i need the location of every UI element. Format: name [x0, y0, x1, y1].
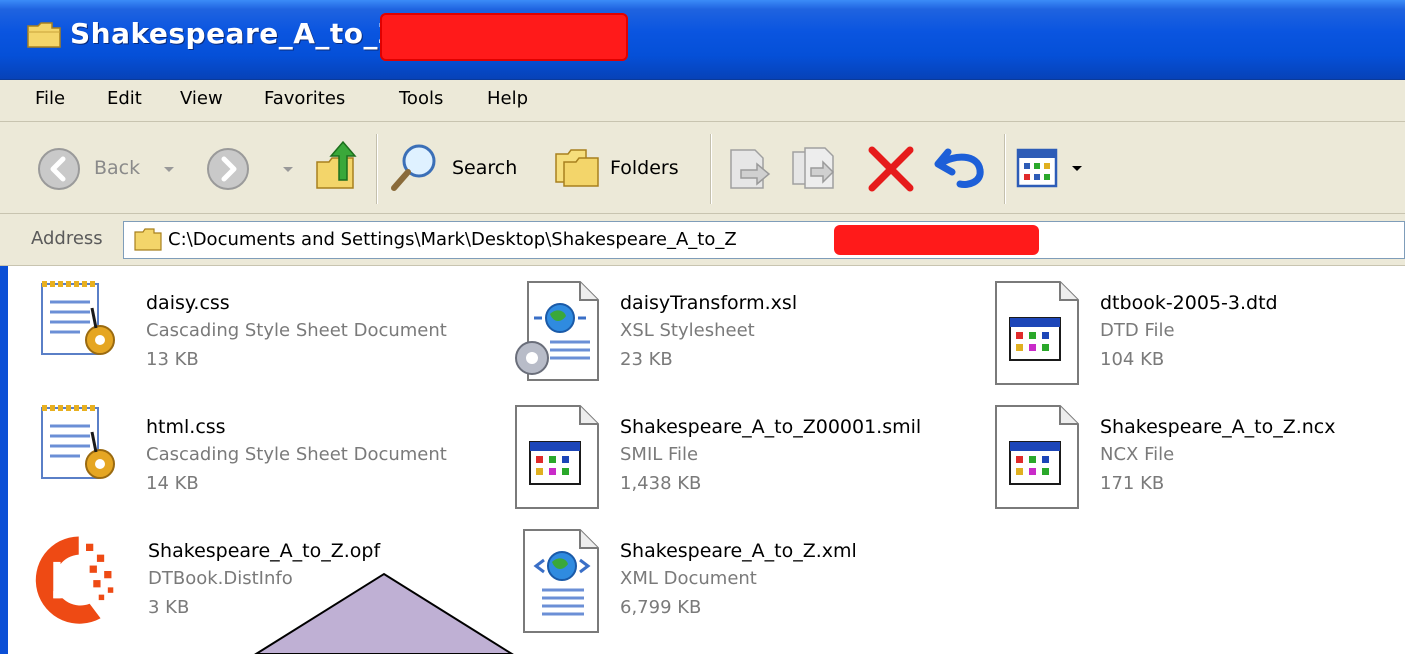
- title-bar[interactable]: Shakespeare_A_to_Z_: [0, 0, 1405, 80]
- move-to-icon[interactable]: [725, 144, 773, 192]
- delete-icon[interactable]: [866, 146, 916, 192]
- toolbar-separator: [1004, 134, 1006, 204]
- search-button[interactable]: Search: [388, 140, 534, 194]
- window-title: Shakespeare_A_to_Z_: [70, 17, 414, 50]
- address-field[interactable]: C:\Documents and Settings\Mark\Desktop\S…: [123, 221, 1405, 259]
- back-button[interactable]: Back: [36, 146, 226, 192]
- redaction-mark: [834, 225, 1039, 255]
- menu-view[interactable]: View: [180, 88, 223, 109]
- menu-bar: File Edit View Favorites Tools Help: [0, 80, 1405, 122]
- address-path: C:\Documents and Settings\Mark\Desktop\S…: [168, 229, 737, 250]
- redaction-mark: [380, 13, 628, 61]
- folders-button[interactable]: Folders: [554, 140, 700, 194]
- toolbar-separator: [376, 134, 378, 204]
- menu-favorites[interactable]: Favorites: [264, 88, 345, 109]
- folder-icon: [27, 22, 61, 48]
- toolbar: Back Search Folders: [0, 122, 1405, 214]
- menu-help[interactable]: Help: [487, 88, 528, 109]
- toolbar-separator: [710, 134, 712, 204]
- undo-icon[interactable]: [934, 144, 988, 192]
- up-folder-icon[interactable]: [313, 140, 361, 192]
- folders-icon: [555, 149, 599, 187]
- folders-label: Folders: [610, 157, 679, 179]
- file-list: daisy.css Cascading Style Sheet Document…: [0, 266, 1405, 654]
- back-arrow-icon: [38, 148, 80, 190]
- search-icon: [391, 144, 436, 191]
- forward-dropdown-icon[interactable]: [283, 167, 293, 172]
- back-label: Back: [94, 157, 141, 179]
- address-label: Address: [31, 228, 103, 249]
- forward-button[interactable]: [205, 146, 295, 192]
- folder-icon: [134, 228, 162, 251]
- menu-tools[interactable]: Tools: [399, 88, 443, 109]
- views-icon: [1016, 148, 1058, 188]
- back-dropdown-icon[interactable]: [164, 167, 174, 172]
- menu-file[interactable]: File: [35, 88, 65, 109]
- copy-to-icon[interactable]: [789, 144, 841, 192]
- menu-edit[interactable]: Edit: [107, 88, 142, 109]
- forward-arrow-icon: [207, 148, 249, 190]
- address-bar: Address C:\Documents and Settings\Mark\D…: [0, 214, 1405, 266]
- callout-arrow: [254, 572, 514, 654]
- views-button[interactable]: [1016, 148, 1088, 190]
- search-label: Search: [452, 157, 518, 179]
- views-dropdown-icon[interactable]: [1072, 166, 1082, 171]
